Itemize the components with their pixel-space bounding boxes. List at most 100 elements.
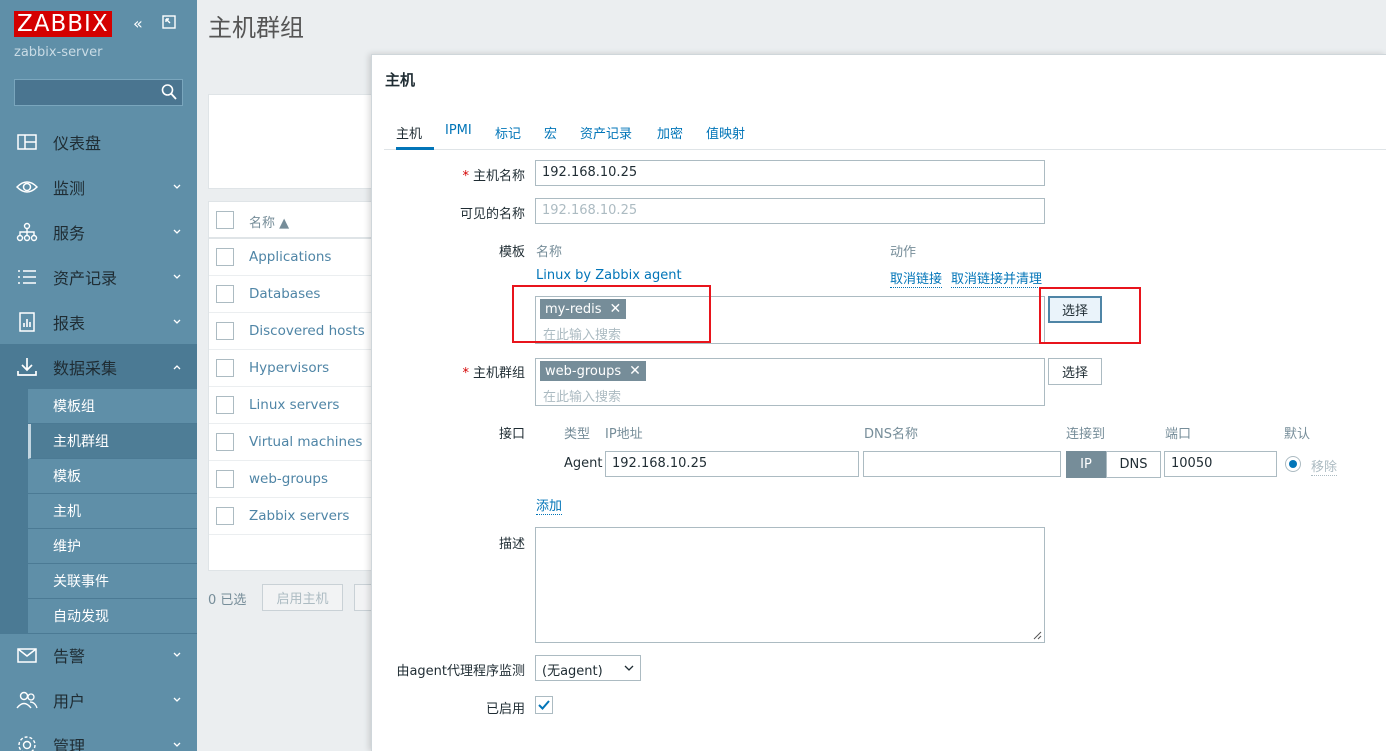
disable-hosts-button[interactable]: [354, 584, 372, 611]
unlink-and-clear-link[interactable]: 取消链接并清理: [951, 268, 1043, 288]
chevron-down-icon: [173, 697, 181, 702]
row-checkbox[interactable]: [216, 322, 234, 340]
row-link[interactable]: Hypervisors: [249, 360, 329, 376]
add-interface-link[interactable]: 添加: [536, 495, 563, 515]
chevron-down-icon: [173, 184, 181, 189]
row-checkbox[interactable]: [216, 507, 234, 525]
table-row: Applications: [209, 239, 379, 276]
table-row: Virtual machines: [209, 424, 379, 461]
search-icon[interactable]: [161, 83, 177, 101]
nav-services[interactable]: 服务: [0, 209, 197, 254]
nav-data-collection[interactable]: 数据采集: [0, 344, 197, 389]
nav-alerts[interactable]: 告警: [0, 632, 197, 677]
row-link[interactable]: Virtual machines: [249, 434, 362, 450]
row-checkbox[interactable]: [216, 470, 234, 488]
unlink-link[interactable]: 取消链接: [890, 268, 943, 288]
submenu-templates[interactable]: 模板: [28, 459, 197, 494]
zabbix-logo[interactable]: ZABBIX: [14, 11, 112, 37]
nav-inventory[interactable]: 资产记录: [0, 254, 197, 299]
nav-monitoring[interactable]: 监测: [0, 164, 197, 209]
row-link[interactable]: web-groups: [249, 471, 328, 487]
proxy-select[interactable]: (无agent): [535, 655, 641, 681]
tab-inventory[interactable]: 资产记录: [580, 122, 632, 150]
dialog-title: 主机: [385, 71, 416, 89]
report-icon: [19, 311, 35, 332]
iface-dns-header: DNS名称: [864, 427, 918, 442]
nav-users[interactable]: 用户: [0, 677, 197, 722]
templates-label: 模板: [498, 245, 525, 260]
users-icon: [16, 691, 38, 708]
enabled-label: 已启用: [485, 702, 525, 717]
remove-interface-link[interactable]: 移除: [1311, 456, 1338, 476]
select-all-checkbox[interactable]: [216, 211, 234, 229]
services-icon: [16, 222, 38, 241]
host-groups-table: 名称 ▲ Applications Databases Discovered h…: [208, 201, 379, 571]
row-checkbox[interactable]: [216, 359, 234, 377]
row-link[interactable]: Discovered hosts: [249, 323, 365, 339]
row-checkbox[interactable]: [216, 285, 234, 303]
name-column-header[interactable]: 名称 ▲: [249, 212, 289, 231]
sidebar: ZABBIX « zabbix-server 仪表盘 监测 服务 资产记录 报表…: [0, 0, 197, 751]
submenu-template-groups[interactable]: 模板组: [28, 389, 197, 424]
row-checkbox[interactable]: [216, 248, 234, 266]
enabled-checkbox[interactable]: [535, 696, 553, 714]
group-chip: web-groups ✕: [540, 361, 646, 381]
submenu-host-groups[interactable]: 主机群组: [28, 424, 197, 459]
row-checkbox[interactable]: [216, 396, 234, 414]
iface-port-input[interactable]: 10050: [1164, 451, 1277, 477]
nav-label: 报表: [53, 313, 86, 333]
visible-name-label: 可见的名称: [459, 207, 525, 222]
iface-type-header: 类型: [564, 427, 591, 442]
default-interface-radio[interactable]: [1285, 456, 1301, 472]
submenu-event-correlation[interactable]: 关联事件: [28, 564, 197, 599]
iface-dns-input[interactable]: [863, 451, 1061, 477]
description-textarea[interactable]: [535, 527, 1045, 643]
tab-value-mapping[interactable]: 值映射: [706, 122, 745, 150]
proxy-selected-value: (无agent): [542, 664, 603, 679]
selected-count: 0 已选: [208, 593, 247, 608]
server-name: zabbix-server: [14, 45, 103, 60]
row-link[interactable]: Linux servers: [249, 397, 339, 413]
iface-ip-input[interactable]: 192.168.10.25: [605, 451, 859, 477]
linked-template-link[interactable]: Linux by Zabbix agent: [536, 268, 682, 283]
tab-encryption[interactable]: 加密: [657, 122, 683, 150]
select-group-button[interactable]: 选择: [1048, 358, 1102, 385]
resize-handle-icon[interactable]: [1032, 630, 1042, 640]
collapse-sidebar-icon[interactable]: «: [133, 14, 143, 33]
download-icon: [17, 357, 37, 376]
row-link[interactable]: Zabbix servers: [249, 508, 349, 524]
nav-administration[interactable]: 管理: [0, 722, 197, 751]
nav-dashboard[interactable]: 仪表盘: [0, 119, 197, 164]
dashboard-icon: [17, 133, 37, 150]
iface-connect-header: 连接到: [1066, 427, 1106, 442]
row-link[interactable]: Databases: [249, 286, 320, 302]
tab-host[interactable]: 主机: [396, 122, 434, 150]
kiosk-mode-icon[interactable]: [161, 14, 177, 34]
host-name-input[interactable]: 192.168.10.25: [535, 160, 1045, 186]
host-groups-multiselect[interactable]: web-groups ✕ 在此输入搜索: [535, 358, 1045, 406]
nav-label: 仪表盘: [53, 133, 102, 153]
connect-ip-button[interactable]: IP: [1066, 451, 1106, 478]
group-search-placeholder[interactable]: 在此输入搜索: [543, 386, 621, 405]
visible-name-input[interactable]: 192.168.10.25: [535, 198, 1045, 224]
submenu-maintenance[interactable]: 维护: [28, 529, 197, 564]
submenu-discovery[interactable]: 自动发现: [28, 599, 197, 634]
row-link[interactable]: Applications: [249, 249, 331, 265]
remove-chip-icon[interactable]: ✕: [629, 363, 641, 379]
highlight-box: [512, 285, 711, 343]
tab-ipmi[interactable]: IPMI: [445, 122, 472, 150]
tab-macros[interactable]: 宏: [544, 122, 557, 150]
filter-panel: [208, 94, 378, 189]
enable-hosts-button[interactable]: 启用主机: [262, 584, 343, 611]
table-row: Hypervisors: [209, 350, 379, 387]
nav-label: 数据采集: [53, 358, 118, 378]
connect-dns-button[interactable]: DNS: [1106, 451, 1161, 478]
submenu-hosts[interactable]: 主机: [28, 494, 197, 529]
nav-reports[interactable]: 报表: [0, 299, 197, 344]
chevron-down-icon: [173, 742, 181, 747]
sidebar-search-input[interactable]: [14, 79, 183, 106]
row-checkbox[interactable]: [216, 433, 234, 451]
nav-label: 服务: [53, 223, 86, 243]
templates-action-header: 动作: [890, 245, 917, 260]
tab-tags[interactable]: 标记: [495, 122, 521, 150]
